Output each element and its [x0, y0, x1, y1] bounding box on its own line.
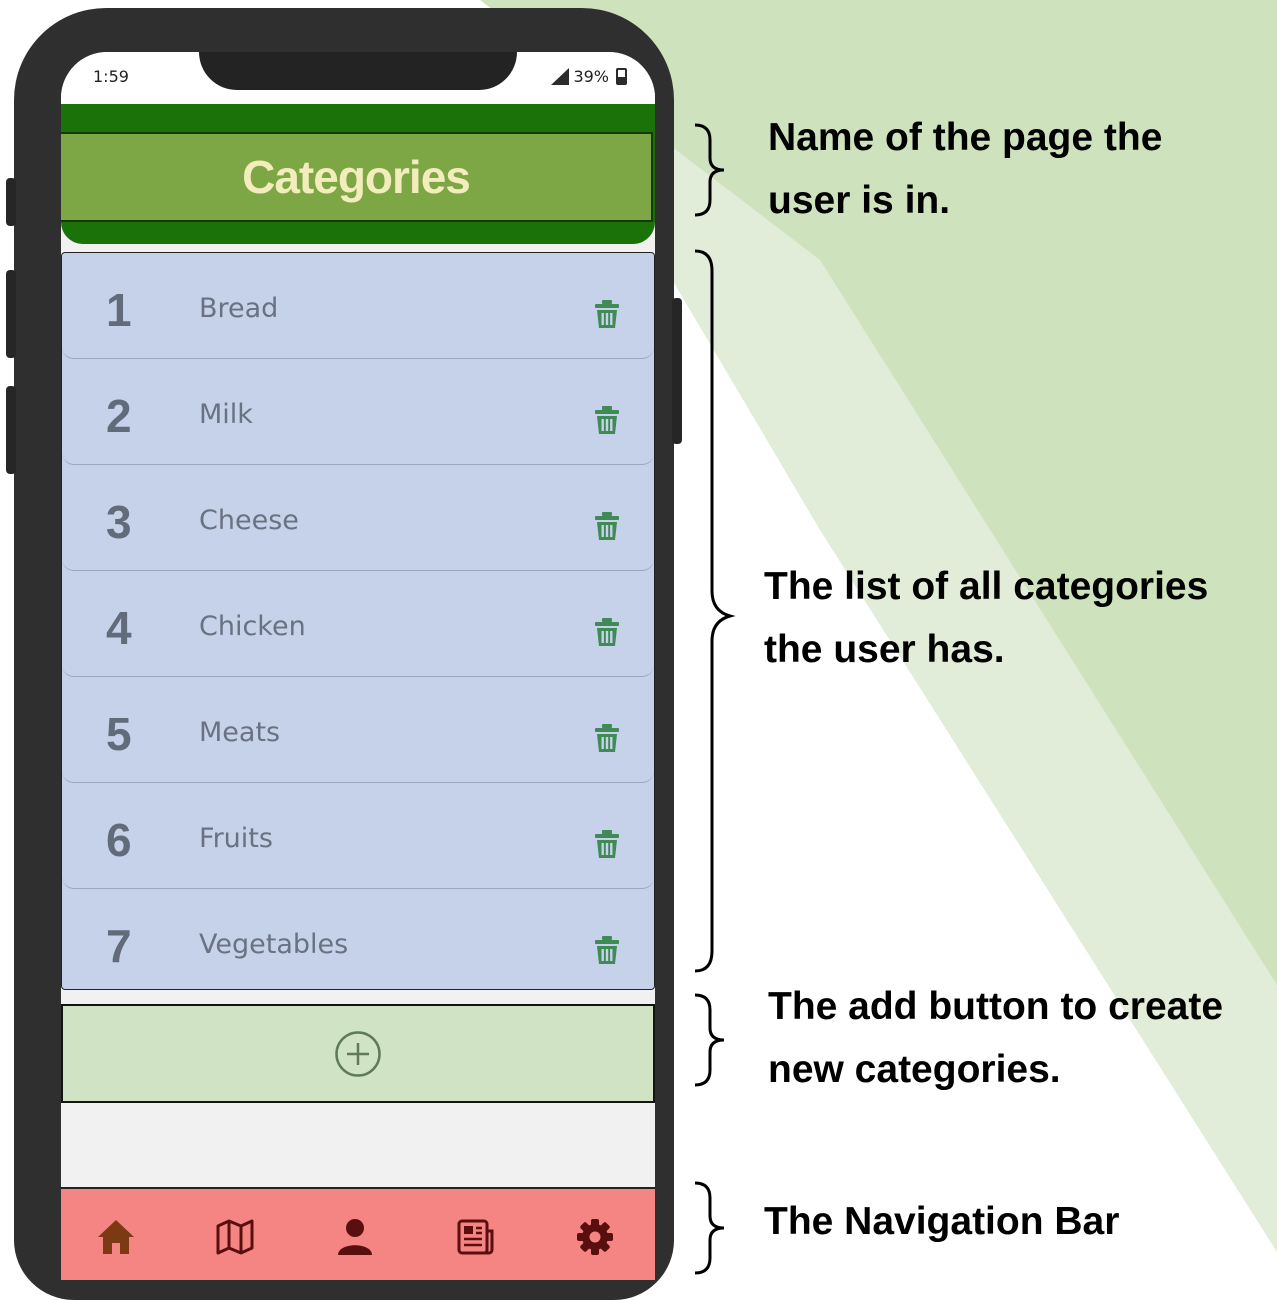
annotation-line: the user has.	[764, 628, 1005, 671]
category-list: 1 Bread 2 Milk 3 Cheese 4 Chicken 5 Meat…	[61, 252, 655, 990]
category-label: Vegetables	[199, 929, 349, 960]
category-number: 2	[106, 390, 132, 442]
phone-frame: 1:59 39% Categories 1 Bread 2 Milk 3 Che…	[6, 8, 682, 1300]
annotation-line: The list of all categories	[764, 565, 1209, 608]
settings-icon[interactable]	[575, 1217, 615, 1257]
category-row[interactable]: 6 Fruits	[62, 783, 654, 889]
annotation-line: new categories.	[768, 1048, 1061, 1091]
add-brace	[694, 993, 725, 1087]
map-icon[interactable]	[215, 1217, 255, 1257]
nav-annotation: The Navigation Bar	[764, 1190, 1119, 1253]
category-row[interactable]: 2 Milk	[62, 359, 654, 465]
trash-icon[interactable]	[594, 935, 620, 965]
nav-brace	[694, 1181, 725, 1275]
plus-circle-icon	[335, 1030, 381, 1077]
category-number: 1	[106, 284, 132, 336]
category-label: Milk	[199, 399, 253, 430]
battery-percent: 39%	[573, 67, 609, 86]
category-label: Cheese	[199, 505, 299, 536]
navigation-bar	[61, 1187, 655, 1280]
profile-icon[interactable]	[335, 1217, 375, 1257]
add-annotation: The add button to create new categories.	[768, 975, 1223, 1101]
category-row[interactable]: 5 Meats	[62, 677, 654, 783]
category-label: Bread	[199, 293, 279, 324]
annotation-line: The add button to create	[768, 985, 1224, 1028]
category-number: 4	[106, 602, 132, 654]
title-brace	[694, 123, 725, 217]
category-label: Fruits	[199, 823, 273, 854]
trash-icon[interactable]	[594, 829, 620, 859]
category-row[interactable]: 4 Chicken	[62, 571, 654, 677]
trash-icon[interactable]	[594, 405, 620, 435]
home-icon[interactable]	[96, 1217, 136, 1257]
page-title-bar: Categories	[61, 132, 653, 222]
category-row[interactable]: 7 Vegetables	[62, 889, 654, 994]
list-annotation: The list of all categories the user has.	[764, 555, 1208, 681]
notch	[199, 52, 517, 90]
trash-icon[interactable]	[594, 511, 620, 541]
trash-icon[interactable]	[594, 299, 620, 329]
battery-icon	[616, 68, 627, 85]
silent-switch	[6, 178, 16, 226]
volume-up-button[interactable]	[6, 270, 16, 358]
category-number: 6	[106, 814, 132, 866]
category-label: Chicken	[199, 611, 306, 642]
category-number: 7	[106, 920, 132, 972]
app-screen: 1:59 39% Categories 1 Bread 2 Milk 3 Che…	[61, 52, 655, 1280]
status-bar: 1:59 39%	[61, 52, 655, 104]
power-button[interactable]	[672, 298, 682, 444]
status-time: 1:59	[93, 67, 129, 86]
news-icon[interactable]	[455, 1217, 495, 1257]
signal-icon	[551, 68, 570, 85]
status-indicators: 39%	[551, 67, 627, 86]
trash-icon[interactable]	[594, 723, 620, 753]
title-annotation: Name of the page the user is in.	[768, 106, 1162, 232]
category-label: Meats	[199, 717, 281, 748]
page-title: Categories	[242, 151, 471, 203]
annotation-line: Name of the page the	[768, 116, 1163, 159]
category-number: 5	[106, 708, 132, 760]
add-category-button[interactable]	[61, 1004, 655, 1103]
category-number: 3	[106, 496, 132, 548]
trash-icon[interactable]	[594, 617, 620, 647]
annotation-line: user is in.	[768, 179, 951, 222]
category-row[interactable]: 1 Bread	[62, 253, 654, 359]
category-row[interactable]: 3 Cheese	[62, 465, 654, 571]
annotation-line: The Navigation Bar	[764, 1200, 1120, 1243]
list-brace	[694, 249, 736, 973]
volume-down-button[interactable]	[6, 386, 16, 474]
